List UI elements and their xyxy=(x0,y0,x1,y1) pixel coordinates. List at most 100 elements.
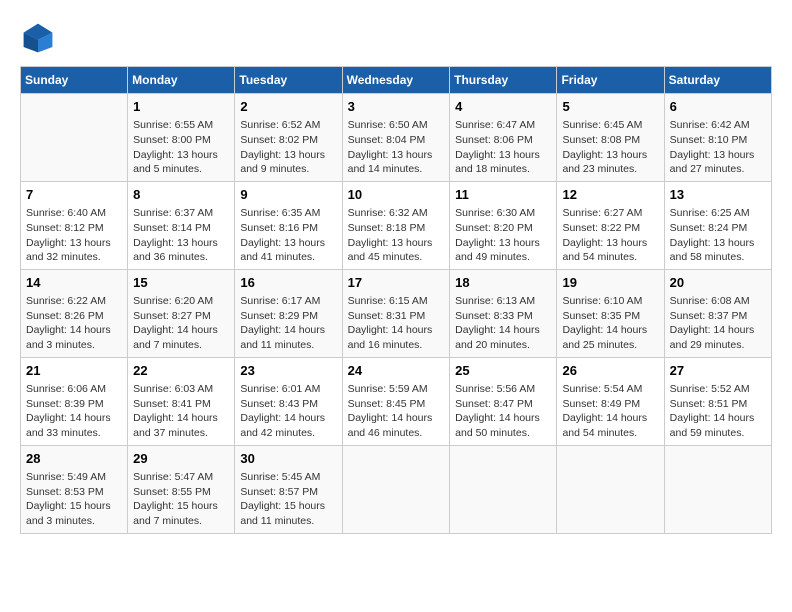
day-info: Sunset: 8:39 PM xyxy=(26,397,122,412)
day-info: Sunrise: 5:54 AM xyxy=(562,382,658,397)
day-info: Daylight: 13 hours xyxy=(670,148,766,163)
header-tuesday: Tuesday xyxy=(235,67,342,94)
day-info: Sunset: 8:16 PM xyxy=(240,221,336,236)
calendar-cell: 6 Sunrise: 6:42 AMSunset: 8:10 PMDaylight… xyxy=(664,94,771,182)
calendar-week-1: 1Sunrise: 6:55 AMSunset: 8:00 PMDaylight… xyxy=(21,94,772,182)
day-info: Daylight: 13 hours xyxy=(133,148,229,163)
day-info: Sunset: 8:41 PM xyxy=(133,397,229,412)
day-info: Daylight: 13 hours xyxy=(348,148,445,163)
day-info: Sunset: 8:04 PM xyxy=(348,133,445,148)
calendar-cell: 2Sunrise: 6:52 AMSunset: 8:02 PMDaylight… xyxy=(235,94,342,182)
day-info: and 37 minutes. xyxy=(133,426,229,441)
day-info: Sunset: 8:06 PM xyxy=(455,133,551,148)
day-info: and 45 minutes. xyxy=(348,250,445,265)
day-info: and 46 minutes. xyxy=(348,426,445,441)
calendar-cell: 10Sunrise: 6:32 AMSunset: 8:18 PMDayligh… xyxy=(342,181,450,269)
day-info: Daylight: 14 hours xyxy=(455,323,551,338)
calendar-cell xyxy=(450,445,557,533)
day-info: Sunset: 8:31 PM xyxy=(348,309,445,324)
day-info: and 20 minutes. xyxy=(455,338,551,353)
day-info: Daylight: 14 hours xyxy=(670,411,766,426)
header-friday: Friday xyxy=(557,67,664,94)
day-info: Sunrise: 6:45 AM xyxy=(562,118,658,133)
calendar-cell: 30Sunrise: 5:45 AMSunset: 8:57 PMDayligh… xyxy=(235,445,342,533)
day-info: and 7 minutes. xyxy=(133,338,229,353)
day-number: 2 xyxy=(240,98,336,116)
calendar-cell: 1Sunrise: 6:55 AMSunset: 8:00 PMDaylight… xyxy=(128,94,235,182)
page-header xyxy=(20,20,772,56)
calendar-cell: 28Sunrise: 5:49 AMSunset: 8:53 PMDayligh… xyxy=(21,445,128,533)
day-number: 5 xyxy=(562,98,658,116)
day-info: Sunset: 8:00 PM xyxy=(133,133,229,148)
day-info: and 16 minutes. xyxy=(348,338,445,353)
day-info: Sunrise: 6:27 AM xyxy=(562,206,658,221)
day-info: Daylight: 14 hours xyxy=(455,411,551,426)
header-thursday: Thursday xyxy=(450,67,557,94)
day-number: 4 xyxy=(455,98,551,116)
day-info: and 33 minutes. xyxy=(26,426,122,441)
day-number: 12 xyxy=(562,186,658,204)
day-number: 14 xyxy=(26,274,122,292)
day-info: Sunset: 8:24 PM xyxy=(670,221,766,236)
day-number: 6 xyxy=(670,98,766,116)
logo xyxy=(20,20,62,56)
day-info: and 25 minutes. xyxy=(562,338,658,353)
day-number: 9 xyxy=(240,186,336,204)
day-info: Sunrise: 6:15 AM xyxy=(348,294,445,309)
calendar-cell: 13 Sunrise: 6:25 AMSunset: 8:24 PMDayligh… xyxy=(664,181,771,269)
day-info: Sunset: 8:49 PM xyxy=(562,397,658,412)
day-info: Sunrise: 6:01 AM xyxy=(240,382,336,397)
calendar-cell: 5Sunrise: 6:45 AMSunset: 8:08 PMDaylight… xyxy=(557,94,664,182)
calendar-cell: 23Sunrise: 6:01 AMSunset: 8:43 PMDayligh… xyxy=(235,357,342,445)
day-info: Sunrise: 5:49 AM xyxy=(26,470,122,485)
day-info: Sunrise: 6:55 AM xyxy=(133,118,229,133)
day-info: and 9 minutes. xyxy=(240,162,336,177)
day-info: Daylight: 13 hours xyxy=(240,148,336,163)
calendar-cell xyxy=(21,94,128,182)
day-info: Sunset: 8:14 PM xyxy=(133,221,229,236)
day-info: Sunset: 8:26 PM xyxy=(26,309,122,324)
day-info: Daylight: 13 hours xyxy=(455,148,551,163)
day-info: Daylight: 13 hours xyxy=(133,236,229,251)
calendar-cell xyxy=(664,445,771,533)
day-info: Sunrise: 6:25 AM xyxy=(670,206,766,221)
day-info: and 5 minutes. xyxy=(133,162,229,177)
day-info: Sunrise: 6:35 AM xyxy=(240,206,336,221)
day-number: 27 xyxy=(670,362,766,380)
calendar-cell: 27Sunrise: 5:52 AMSunset: 8:51 PMDayligh… xyxy=(664,357,771,445)
day-info: Daylight: 13 hours xyxy=(670,236,766,251)
day-info: Sunrise: 6:30 AM xyxy=(455,206,551,221)
day-info: Sunrise: 6:06 AM xyxy=(26,382,122,397)
day-info: Sunset: 8:51 PM xyxy=(670,397,766,412)
calendar-cell: 9Sunrise: 6:35 AMSunset: 8:16 PMDaylight… xyxy=(235,181,342,269)
day-info: Sunset: 8:45 PM xyxy=(348,397,445,412)
calendar-header-row: SundayMondayTuesdayWednesdayThursdayFrid… xyxy=(21,67,772,94)
day-info: Sunrise: 6:10 AM xyxy=(562,294,658,309)
day-info: and 42 minutes. xyxy=(240,426,336,441)
day-info: Sunrise: 6:32 AM xyxy=(348,206,445,221)
day-info: and 18 minutes. xyxy=(455,162,551,177)
day-info: Daylight: 14 hours xyxy=(240,323,336,338)
day-number: 30 xyxy=(240,450,336,468)
day-number: 8 xyxy=(133,186,229,204)
calendar-cell: 8Sunrise: 6:37 AMSunset: 8:14 PMDaylight… xyxy=(128,181,235,269)
day-info: Sunset: 8:18 PM xyxy=(348,221,445,236)
day-info: Sunset: 8:08 PM xyxy=(562,133,658,148)
day-info: Sunrise: 6:42 AM xyxy=(670,118,766,133)
day-info: Daylight: 15 hours xyxy=(240,499,336,514)
day-info: Daylight: 14 hours xyxy=(133,323,229,338)
day-info: and 58 minutes. xyxy=(670,250,766,265)
day-info: and 3 minutes. xyxy=(26,338,122,353)
day-info: Daylight: 14 hours xyxy=(562,323,658,338)
day-info: Sunrise: 5:47 AM xyxy=(133,470,229,485)
day-info: Sunset: 8:35 PM xyxy=(562,309,658,324)
day-info: Sunset: 8:10 PM xyxy=(670,133,766,148)
day-number: 13 xyxy=(670,186,766,204)
day-number: 3 xyxy=(348,98,445,116)
calendar-cell: 12Sunrise: 6:27 AMSunset: 8:22 PMDayligh… xyxy=(557,181,664,269)
day-info: Sunrise: 6:47 AM xyxy=(455,118,551,133)
day-info: Sunset: 8:02 PM xyxy=(240,133,336,148)
day-number: 29 xyxy=(133,450,229,468)
day-number: 20 xyxy=(670,274,766,292)
calendar-cell: 16Sunrise: 6:17 AMSunset: 8:29 PMDayligh… xyxy=(235,269,342,357)
